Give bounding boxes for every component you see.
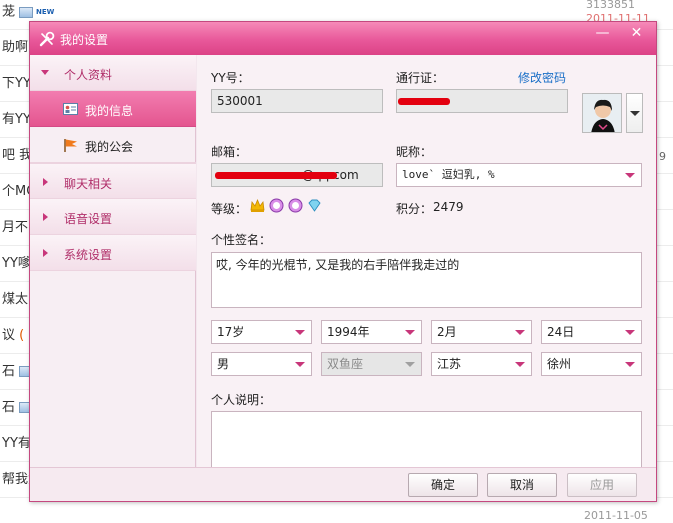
sidebar-item-voice[interactable]: 语音设置 [30,199,196,235]
signature-label: 个性签名： [211,233,272,247]
birth-year-select[interactable]: 1994年 [321,320,422,344]
minimize-button[interactable]: — [588,23,617,43]
chevron-down-icon [625,330,635,335]
thread-title: 茏 [2,4,16,20]
sidebar-item-my-info[interactable]: 我的信息 [30,91,196,127]
chevron-down-icon [295,330,305,335]
nickname-label: 昵称： [396,145,433,159]
dialog-button-bar: 确定 取消 应用 [30,467,656,501]
dialog-title: 我的设置 [60,33,109,47]
city-select[interactable]: 徐州 [541,352,642,376]
sidebar-item-label: 聊天相关 [64,177,113,191]
zodiac-value: 双鱼座 [327,357,364,371]
crown-icon [250,198,265,212]
flag-icon [64,139,77,152]
post-date: 2011-11-05 [584,509,648,522]
city-value: 徐州 [547,357,572,371]
sidebar-item-my-guild[interactable]: 我的公会 [30,127,196,163]
province-value: 江苏 [437,357,462,371]
nickname-value: love` 逗妇乳, % [402,168,495,181]
age-value: 17岁 [217,325,245,339]
avatar-photo [583,94,621,132]
chevron-down-icon [630,111,640,116]
year-value: 1994年 [327,325,370,339]
change-password-link[interactable]: 修改密码 [518,69,566,86]
thread-title: 石 [2,364,16,379]
side-digit: 9 [659,150,666,163]
signature-input[interactable]: 哎, 今年的光棍节, 又是我的右手陪伴我走过的 [211,252,642,308]
thread-title: 吧 我 [2,148,33,163]
nickname-field[interactable]: love` 逗妇乳, % [396,163,642,187]
sidebar-item-profile[interactable]: 个人资料 [30,55,196,91]
sidebar-item-label: 语音设置 [64,212,113,226]
gender-value: 男 [217,357,230,371]
thread-title: 煤太 [2,292,29,307]
id-card-icon [63,103,78,115]
sidebar-item-system[interactable]: 系统设置 [30,235,196,271]
thread-title: YY嗲 [2,256,31,271]
redaction-mark [215,172,337,179]
dialog-titlebar[interactable]: 我的设置 — ✕ [30,22,656,55]
sidebar-item-chat[interactable]: 聊天相关 [30,163,196,199]
my-info-panel: YY号： 530001 通行证： 修改密码 邮箱： @qq.com 昵称： lo… [197,55,656,477]
sidebar-item-label: 系统设置 [64,248,113,262]
day-value: 24日 [547,325,575,339]
new-badge: NEW [36,8,55,16]
chevron-down-icon [515,362,525,367]
email-label: 邮箱： [211,145,248,159]
apply-button: 应用 [567,473,637,497]
intro-label: 个人说明： [211,393,272,407]
avatar-dropdown-button[interactable] [626,93,643,133]
settings-sidebar: 个人资料 我的信息 我的公会 聊天相关 语音设置 系统设置 [30,55,196,467]
birth-day-select[interactable]: 24日 [541,320,642,344]
points-label: 积分： [396,202,433,216]
moon-badge-icon [269,198,284,213]
moon-badge-icon [288,198,303,213]
chevron-right-icon [43,249,48,257]
thread-title: 月不 [2,220,29,235]
close-button[interactable]: ✕ [622,23,651,43]
tools-icon [39,31,55,47]
yy-number-label: YY号： [211,71,250,85]
thread-title: 石 [2,400,16,415]
province-select[interactable]: 江苏 [431,352,532,376]
zodiac-select: 双鱼座 [321,352,422,376]
cancel-button[interactable]: 取消 [487,473,557,497]
chevron-down-icon[interactable] [625,173,635,178]
points-value: 2479 [433,200,464,214]
diamond-icon [308,199,321,212]
chevron-down-icon [295,362,305,367]
image-icon [19,6,34,18]
reply-count: 3133851 [586,0,635,11]
paren-mark: ( [19,328,25,343]
chevron-down-icon [625,362,635,367]
sidebar-item-label: 我的信息 [85,104,134,118]
thread-title: 有YY [2,112,31,127]
thread-title: 议 [2,328,16,343]
birth-month-select[interactable]: 2月 [431,320,532,344]
chevron-right-icon [43,178,48,186]
ok-button[interactable]: 确定 [408,473,478,497]
chevron-down-icon [405,362,415,367]
month-value: 2月 [437,325,457,339]
chevron-down-icon [41,70,49,75]
chevron-right-icon [43,213,48,221]
thread-title: 下YY [2,76,31,91]
sidebar-item-label: 我的公会 [85,140,134,154]
passport-label: 通行证： [396,71,445,85]
gender-select[interactable]: 男 [211,352,312,376]
redaction-mark [398,98,450,105]
age-select[interactable]: 17岁 [211,320,312,344]
chevron-down-icon [515,330,525,335]
level-label: 等级： [211,202,248,216]
yy-number-field: 530001 [211,89,383,113]
settings-dialog: 我的设置 — ✕ 个人资料 我的信息 我的公会 聊天相关 语音设置 系统设置 Y… [29,21,657,502]
chevron-down-icon [405,330,415,335]
sidebar-item-label: 个人资料 [64,68,113,82]
thread-title: 助啊 [2,40,29,55]
avatar[interactable] [582,93,622,133]
